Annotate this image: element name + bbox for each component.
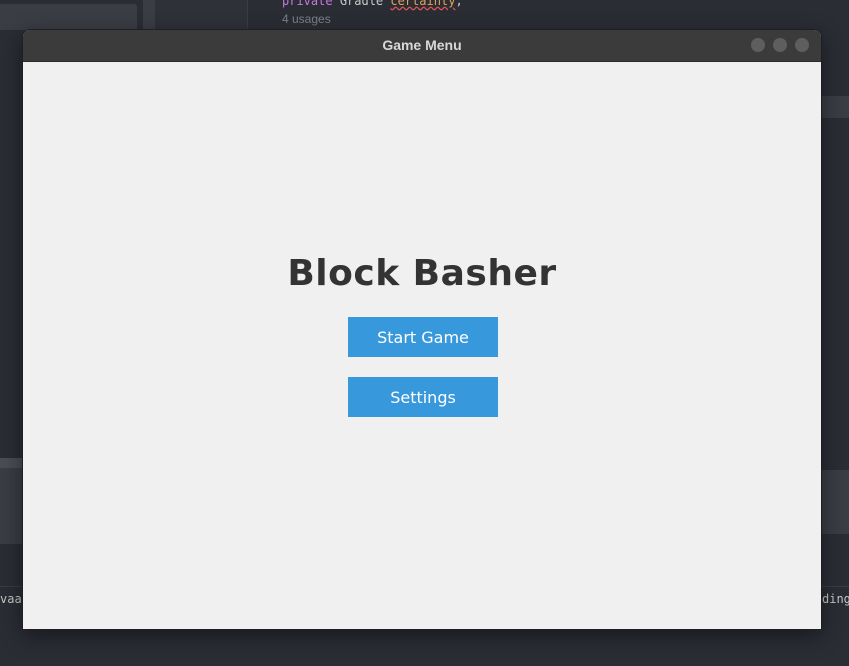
ide-usages-hint: 4 usages — [282, 12, 331, 26]
window-controls — [751, 38, 809, 52]
ide-editor-strip — [822, 470, 849, 534]
desktop: private Gradle certainty; 4 usages vaa d… — [0, 0, 849, 666]
window-titlebar[interactable]: Game Menu — [23, 30, 821, 62]
maximize-icon[interactable] — [773, 38, 787, 52]
ide-type: Gradle — [339, 0, 384, 8]
ide-identifier: certainty — [390, 0, 456, 8]
ide-project-panel — [0, 4, 137, 30]
window-title: Game Menu — [382, 37, 462, 53]
ide-editor-strip — [822, 96, 849, 118]
ide-console-text: ding — [822, 592, 849, 606]
minimize-icon[interactable] — [751, 38, 765, 52]
ide-tool-strip — [0, 458, 22, 544]
ide-code-line: private Gradle certainty; — [282, 0, 463, 8]
game-title: Block Basher — [287, 253, 557, 294]
ide-keyword: private — [282, 0, 333, 8]
menu-content: Block Basher Start Game Settings — [23, 62, 821, 629]
ide-gutter — [155, 0, 248, 30]
ide-divider — [143, 0, 155, 30]
settings-button[interactable]: Settings — [348, 377, 498, 417]
ide-console-text: vaa — [0, 592, 22, 606]
close-icon[interactable] — [795, 38, 809, 52]
start-game-button[interactable]: Start Game — [348, 317, 498, 357]
game-menu-window: Game Menu Block Basher Start Game Settin… — [22, 29, 822, 630]
